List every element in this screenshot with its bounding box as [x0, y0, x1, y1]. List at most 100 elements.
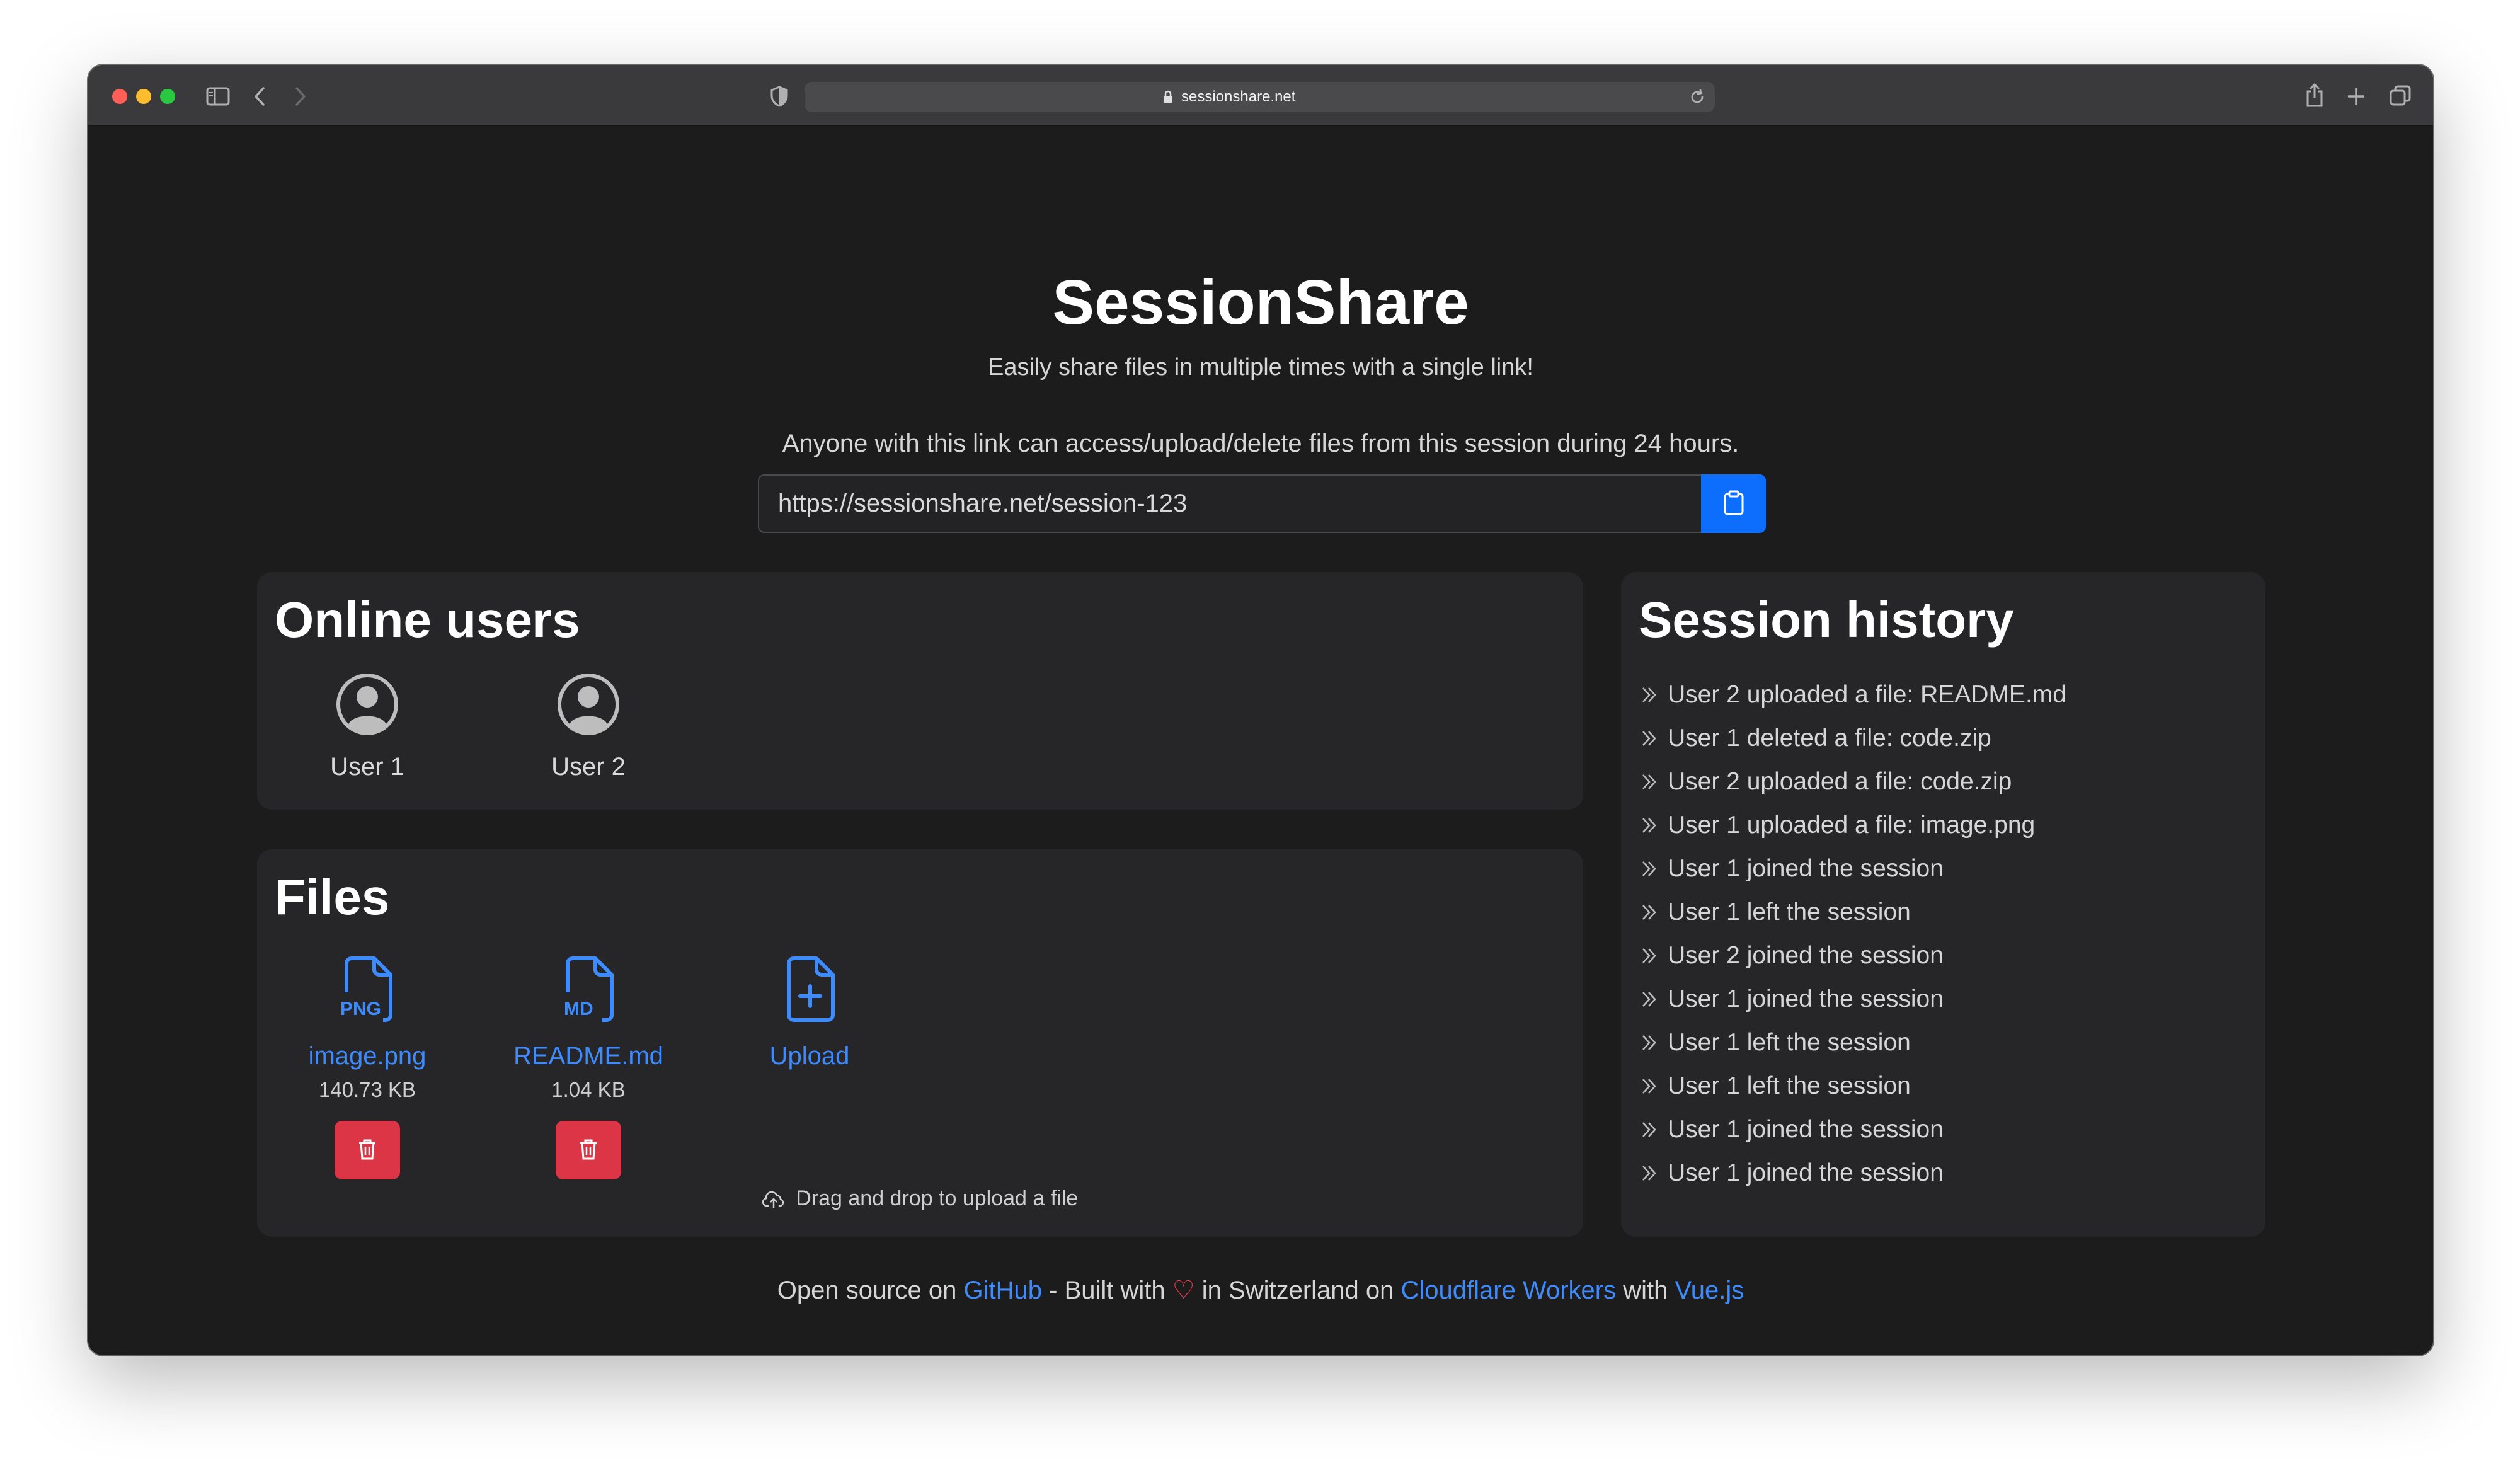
- page-subtitle: Easily share files in multiple times wit…: [988, 354, 1533, 381]
- page-footer: Open source on GitHub - Built with ♡ in …: [88, 1276, 2433, 1305]
- chevron-double-right-icon: [1642, 817, 1656, 833]
- history-list: User 2 uploaded a file: README.md User 1…: [1640, 673, 2066, 1195]
- browser-toolbar: sessionshare.net: [88, 65, 2433, 126]
- forward-icon[interactable]: [294, 86, 307, 106]
- history-item: User 1 left the session: [1640, 890, 2066, 934]
- history-item: User 1 deleted a file: code.zip: [1640, 716, 2066, 760]
- svg-text:PNG: PNG: [340, 999, 381, 1019]
- privacy-shield-icon[interactable]: [770, 86, 789, 107]
- file-item: PNG image.png 140.73 KB: [285, 953, 449, 1179]
- chevron-double-right-icon: [1642, 1078, 1656, 1094]
- history-item: User 1 joined the session: [1640, 977, 2066, 1021]
- chevron-double-right-icon: [1642, 948, 1656, 963]
- sidebar-toggle-icon[interactable]: [206, 87, 230, 106]
- github-link[interactable]: GitHub: [964, 1276, 1043, 1304]
- file-item: MD README.md 1.04 KB: [507, 953, 670, 1179]
- history-item: User 1 uploaded a file: image.png: [1640, 803, 2066, 847]
- file-plus-icon[interactable]: [728, 953, 891, 1026]
- history-item-text: User 1 uploaded a file: image.png: [1668, 811, 2036, 839]
- svg-text:MD: MD: [564, 999, 593, 1019]
- cloud-upload-icon: [762, 1186, 796, 1210]
- online-user: User 2: [525, 673, 651, 781]
- history-item-text: User 2 uploaded a file: README.md: [1668, 681, 2066, 708]
- history-item: User 1 left the session: [1640, 1064, 2066, 1108]
- history-item-text: User 1 joined the session: [1668, 855, 1944, 882]
- chevron-double-right-icon: [1642, 991, 1656, 1007]
- upload-label[interactable]: Upload: [728, 1042, 891, 1070]
- close-window-button[interactable]: [112, 89, 127, 104]
- minimize-window-button[interactable]: [136, 89, 151, 104]
- history-item-text: User 1 left the session: [1668, 1072, 1911, 1099]
- user-avatar-icon: [304, 673, 430, 739]
- md-file-icon[interactable]: MD: [507, 953, 670, 1026]
- history-item-text: User 1 left the session: [1668, 898, 1911, 926]
- footer-text: with: [1623, 1276, 1668, 1304]
- chevron-double-right-icon: [1642, 730, 1656, 746]
- chevron-double-right-icon: [1642, 774, 1656, 789]
- clipboard-icon: [1722, 490, 1745, 518]
- history-item: User 1 joined the session: [1640, 1108, 2066, 1151]
- trash-icon: [578, 1138, 598, 1162]
- vuejs-link[interactable]: Vue.js: [1675, 1276, 1744, 1304]
- user-name: User 2: [551, 753, 626, 781]
- heart-icon: ♡: [1172, 1276, 1195, 1304]
- address-bar[interactable]: sessionshare.net: [805, 82, 1715, 112]
- file-size: 140.73 KB: [318, 1078, 416, 1101]
- history-item-text: User 1 left the session: [1668, 1029, 1911, 1056]
- online-users-heading: Online users: [275, 592, 580, 648]
- session-history-heading: Session history: [1639, 592, 2014, 648]
- share-icon[interactable]: [2305, 83, 2325, 108]
- copy-link-button[interactable]: [1701, 474, 1766, 533]
- cloudflare-workers-link[interactable]: Cloudflare Workers: [1401, 1276, 1617, 1304]
- png-file-icon[interactable]: PNG: [285, 953, 449, 1026]
- footer-text: - Built with: [1049, 1276, 1166, 1304]
- delete-file-button[interactable]: [556, 1121, 621, 1179]
- file-name-link[interactable]: README.md: [507, 1042, 670, 1070]
- online-users-card: Online users User 1 User 2: [257, 572, 1583, 810]
- history-item: User 2 uploaded a file: README.md: [1640, 673, 2066, 716]
- chevron-double-right-icon: [1642, 1165, 1656, 1181]
- files-heading: Files: [275, 869, 390, 925]
- history-item-text: User 1 joined the session: [1668, 1116, 1944, 1143]
- session-notice: Anyone with this link can access/upload/…: [782, 430, 1739, 457]
- user-avatar-icon: [525, 673, 651, 739]
- history-item-text: User 2 joined the session: [1668, 942, 1944, 969]
- dropzone-text: Drag and drop to upload a file: [796, 1186, 1079, 1210]
- session-link-group: [758, 474, 1766, 533]
- user-name: User 1: [330, 753, 404, 781]
- chevron-double-right-icon: [1642, 861, 1656, 876]
- history-item: User 1 left the session: [1640, 1021, 2066, 1064]
- upload-item[interactable]: Upload: [728, 953, 891, 1070]
- back-icon[interactable]: [253, 86, 266, 106]
- history-item-text: User 1 deleted a file: code.zip: [1668, 725, 1991, 752]
- files-card: Files PNG image.png 140.73 KB MD README.…: [257, 849, 1583, 1237]
- session-history-card: Session history User 2 uploaded a file: …: [1621, 572, 2265, 1237]
- chevron-double-right-icon: [1642, 1121, 1656, 1137]
- footer-text: in Switzerland on: [1201, 1276, 1394, 1304]
- session-link-input[interactable]: [758, 474, 1701, 533]
- chevron-double-right-icon: [1642, 1035, 1656, 1050]
- dropzone[interactable]: Drag and drop to upload a file: [257, 1186, 1583, 1211]
- file-name-link[interactable]: image.png: [285, 1042, 449, 1070]
- new-tab-icon[interactable]: [2347, 87, 2366, 106]
- trash-icon: [357, 1138, 377, 1162]
- history-item: User 1 joined the session: [1640, 1151, 2066, 1195]
- browser-window: sessionshare.net SessionShare Easily sha…: [88, 65, 2433, 1355]
- history-item-text: User 2 uploaded a file: code.zip: [1668, 768, 2012, 795]
- delete-file-button[interactable]: [335, 1121, 400, 1179]
- online-user: User 1: [304, 673, 430, 781]
- address-url: sessionshare.net: [1181, 88, 1296, 105]
- maximize-window-button[interactable]: [160, 89, 175, 104]
- page-title: SessionShare: [1052, 267, 1469, 338]
- chevron-double-right-icon: [1642, 904, 1656, 920]
- history-item: User 2 joined the session: [1640, 934, 2066, 977]
- history-item: User 1 joined the session: [1640, 847, 2066, 890]
- lock-icon: [1162, 90, 1174, 107]
- tab-overview-icon[interactable]: [2389, 84, 2412, 107]
- file-size: 1.04 KB: [551, 1078, 626, 1101]
- footer-text: Open source on: [777, 1276, 957, 1304]
- reload-icon[interactable]: [1688, 88, 1706, 109]
- chevron-double-right-icon: [1642, 687, 1656, 702]
- history-item: User 2 uploaded a file: code.zip: [1640, 760, 2066, 803]
- page-content: SessionShare Easily share files in multi…: [88, 126, 2433, 1355]
